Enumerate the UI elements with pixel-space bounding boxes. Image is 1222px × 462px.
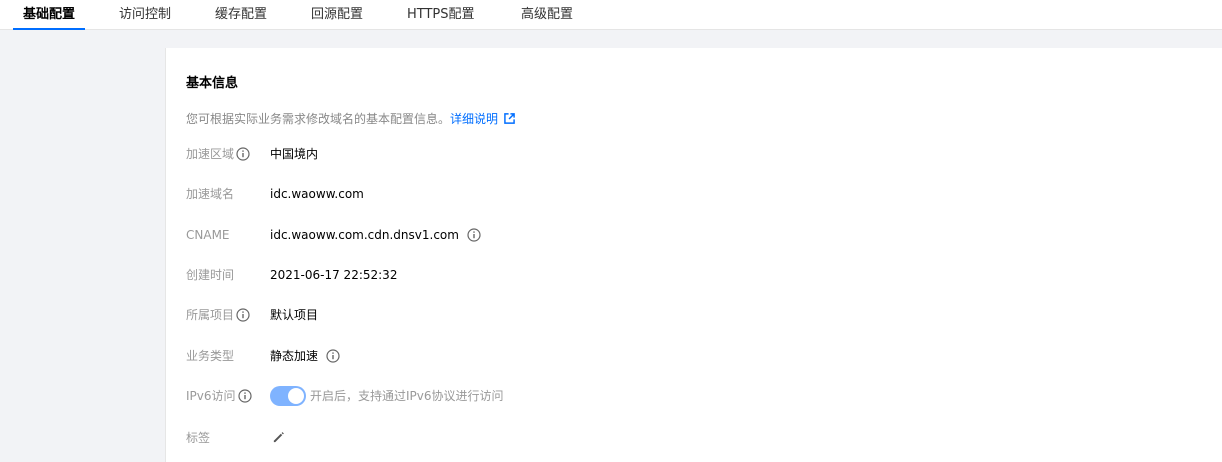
field-biz-type-label: 业务类型	[186, 349, 235, 363]
external-link-icon	[504, 113, 515, 124]
tab-cache-config[interactable]: 缓存配置	[215, 0, 267, 30]
details-link-label: 详细说明	[450, 112, 499, 126]
field-domain-value: idc.waoww.com	[270, 187, 364, 201]
field-region-value: 中国境内	[270, 147, 319, 161]
tab-https-config[interactable]: HTTPS配置	[407, 0, 475, 30]
field-project-value: 默认项目	[270, 308, 319, 322]
tab-origin-config[interactable]: 回源配置	[311, 0, 363, 30]
info-icon[interactable]	[236, 308, 250, 322]
pencil-icon[interactable]	[272, 431, 285, 444]
basic-info-card: 基本信息 您可根据实际业务需求修改域名的基本配置信息。详细说明 加速区域 中国境…	[165, 48, 1222, 462]
field-biz-type-value-wrap: 静态加速	[270, 346, 340, 366]
field-ipv6-label: IPv6访问	[186, 386, 252, 406]
field-created-label: 创建时间	[186, 268, 235, 282]
field-tags-label: 标签	[186, 431, 211, 445]
field-cname-value: idc.waoww.com.cdn.dnsv1.com	[270, 228, 459, 242]
details-link[interactable]: 详细说明	[450, 112, 515, 126]
info-icon[interactable]	[237, 389, 252, 403]
field-project-label: 所属项目	[186, 305, 250, 325]
info-icon[interactable]	[467, 228, 481, 242]
toggle-knob	[288, 388, 304, 404]
info-icon[interactable]	[236, 147, 250, 161]
field-cname-label: CNAME	[186, 228, 230, 242]
field-domain-label: 加速域名	[186, 187, 235, 201]
description-text: 您可根据实际业务需求修改域名的基本配置信息。	[186, 112, 451, 126]
ipv6-hint: 开启后，支持通过IPv6协议进行访问	[310, 389, 504, 403]
tab-bar: 基础配置 访问控制 缓存配置 回源配置 HTTPS配置 高级配置	[0, 0, 1222, 30]
section-title: 基本信息	[186, 76, 239, 91]
field-region-label: 加速区域	[186, 144, 250, 164]
ipv6-toggle[interactable]	[270, 386, 306, 406]
info-icon[interactable]	[326, 349, 340, 363]
section-description: 您可根据实际业务需求修改域名的基本配置信息。详细说明	[186, 110, 515, 127]
field-biz-type-value: 静态加速	[270, 349, 319, 363]
field-cname-value-wrap: idc.waoww.com.cdn.dnsv1.com	[270, 225, 481, 245]
tab-basic-config[interactable]: 基础配置	[12, 0, 86, 30]
field-created-value: 2021-06-17 22:52:32	[270, 268, 398, 282]
tab-access-control[interactable]: 访问控制	[119, 0, 171, 30]
tab-advanced-config[interactable]: 高级配置	[521, 0, 573, 30]
